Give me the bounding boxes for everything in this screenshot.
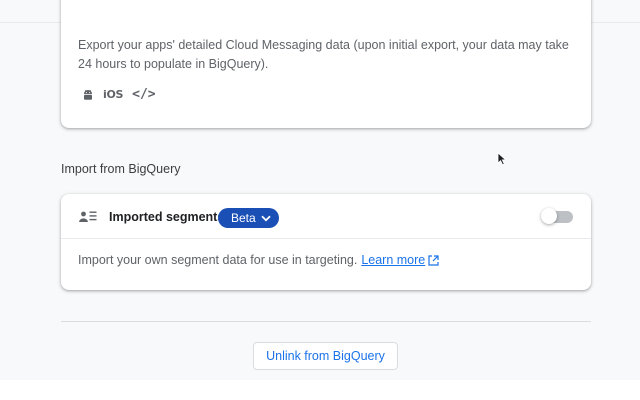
bottom-divider [61,321,591,322]
import-card: Imported segments Beta Import your own s… [61,194,591,290]
android-icon [82,89,94,101]
platform-icons: iOS </> [82,87,156,102]
beta-badge[interactable]: Beta [218,208,279,228]
mouse-cursor-icon [497,152,507,166]
chevron-down-icon [261,215,271,221]
toggle-thumb [541,208,557,224]
ios-icon: iOS [103,88,124,101]
export-description: Export your apps' detailed Cloud Messagi… [78,38,569,71]
learn-more-link[interactable]: Learn more [361,253,439,267]
import-section-label: Import from BigQuery [61,162,181,176]
beta-badge-label: Beta [231,211,256,225]
open-in-new-icon [428,255,439,266]
imported-segments-toggle[interactable] [541,208,573,224]
import-description: Import your own segment data for use in … [78,253,358,267]
segments-icon [79,210,97,228]
export-card: Export your apps' detailed Cloud Messagi… [61,0,591,128]
imported-segments-title: Imported segments [109,210,225,224]
import-card-header: Imported segments Beta [61,194,591,239]
import-description-row: Import your own segment data for use in … [78,253,439,267]
code-icon: </> [132,87,156,102]
learn-more-label: Learn more [361,253,426,267]
unlink-bigquery-button[interactable]: Unlink from BigQuery [253,342,398,370]
